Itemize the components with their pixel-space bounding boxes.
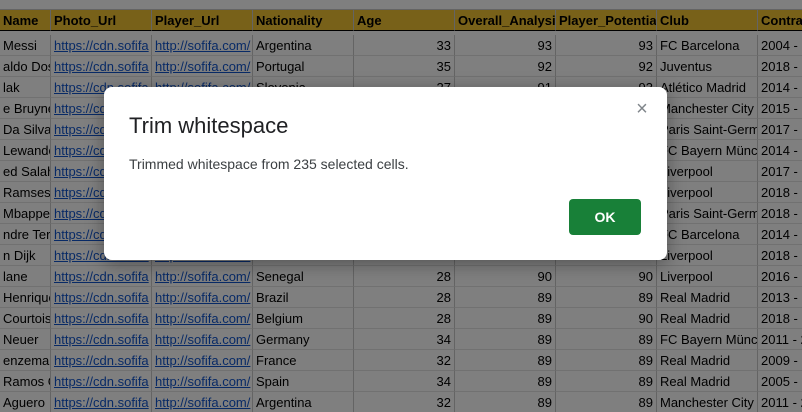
ok-button[interactable]: OK xyxy=(569,199,641,235)
dialog-message: Trimmed whitespace from 235 selected cel… xyxy=(129,156,409,172)
trim-whitespace-dialog: Trim whitespace × Trimmed whitespace fro… xyxy=(104,87,667,260)
dialog-title: Trim whitespace xyxy=(129,113,289,138)
close-icon[interactable]: × xyxy=(634,99,650,119)
